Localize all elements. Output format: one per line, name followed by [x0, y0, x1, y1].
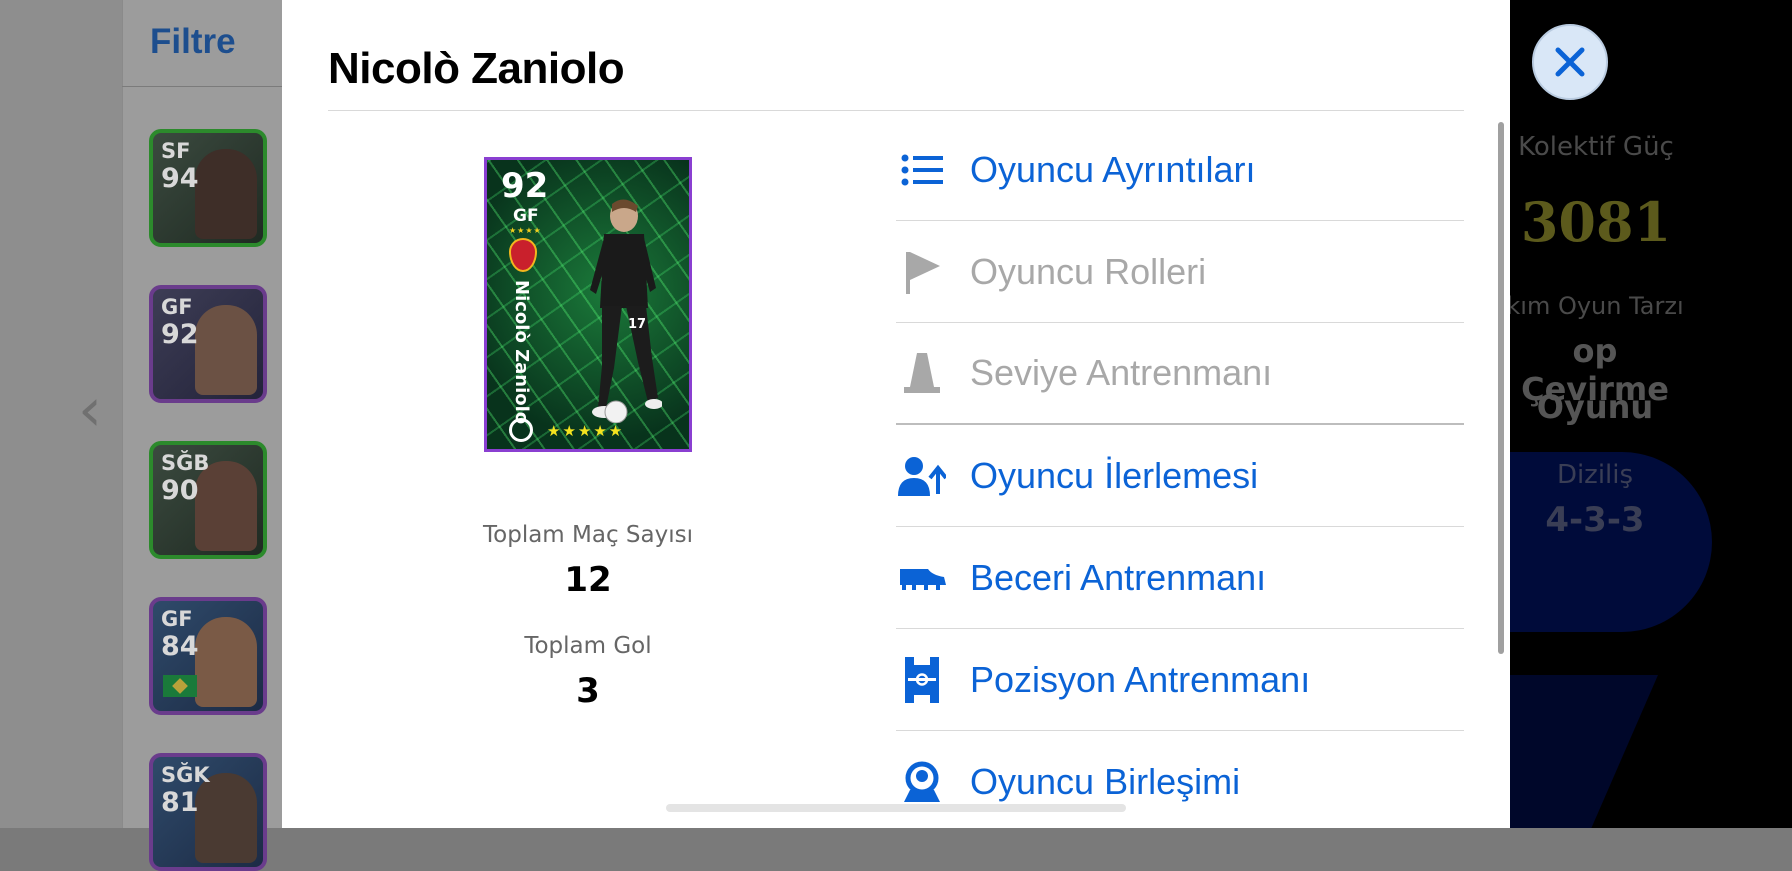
- player-list-item: GF 84: [149, 597, 267, 715]
- cone-icon: [898, 351, 946, 395]
- flag-icon: [898, 250, 946, 294]
- player-photo: [195, 617, 257, 707]
- menu-item-position-training[interactable]: Pozisyon Antrenmanı: [896, 629, 1464, 731]
- svg-text:17: 17: [628, 317, 646, 332]
- playstyle-label: kım Oyun Tarzı: [1506, 292, 1684, 320]
- collective-power-value: 3081: [1520, 190, 1672, 254]
- vertical-scrollbar[interactable]: [1498, 122, 1504, 654]
- close-button[interactable]: [1532, 24, 1608, 100]
- total-goals-label: Toplam Gol: [524, 633, 652, 659]
- formation-label: Diziliş: [1556, 460, 1634, 490]
- title-divider: [328, 110, 1464, 111]
- merge-player-icon: [898, 760, 946, 804]
- card-rating: 92: [501, 166, 549, 206]
- list-icon: [898, 148, 946, 192]
- crest-stars-icon: ★★★★: [509, 226, 542, 235]
- filter-label: Filtre: [150, 22, 236, 61]
- menu-item-player-roles[interactable]: Oyuncu Rolleri: [896, 221, 1464, 323]
- player-rating: 94: [161, 163, 199, 194]
- total-goals-value: 3: [576, 671, 600, 711]
- player-position: SF: [161, 139, 191, 163]
- chevron-left-icon: ‹: [78, 375, 102, 445]
- menu-item-skill-training[interactable]: Beceri Antrenmanı: [896, 527, 1464, 629]
- player-options-modal: Nicolò Zaniolo 17 92 GF ★★★★ Nicolò Zani…: [282, 0, 1510, 828]
- player-rating: 92: [161, 319, 199, 350]
- menu-item-label: Oyuncu Rolleri: [970, 250, 1207, 292]
- player-figure-image: 17: [590, 199, 662, 423]
- card-position: GF: [513, 206, 539, 226]
- player-card[interactable]: 17 92 GF ★★★★ Nicolò Zaniolo ★★★★★: [484, 157, 692, 452]
- playstyle-value-line2: Oyunu: [1536, 388, 1654, 426]
- total-goals-stat: Toplam Gol 3: [402, 633, 774, 711]
- menu-item-label: Seviye Antrenmanı: [970, 352, 1273, 393]
- player-list-item: SĞK 81: [149, 753, 267, 871]
- menu-item-player-progression[interactable]: Oyuncu İlerlemesi: [896, 425, 1464, 527]
- total-matches-label: Toplam Maç Sayısı: [483, 522, 693, 548]
- player-list-item: SĞB 90: [149, 441, 267, 559]
- menu-item-player-merge[interactable]: Oyuncu Birleşimi: [896, 731, 1464, 828]
- player-list-item: GF 92: [149, 285, 267, 403]
- player-position: SĞK: [161, 763, 210, 787]
- pitch-icon: [898, 656, 946, 703]
- user-progress-icon: [898, 454, 946, 498]
- card-star-rating: ★★★★★: [547, 422, 625, 440]
- player-photo: [195, 149, 257, 239]
- menu-item-label: Oyuncu İlerlemesi: [970, 454, 1259, 496]
- player-photo: [195, 305, 257, 395]
- card-player-name: Nicolò Zaniolo: [511, 280, 532, 425]
- total-matches-stat: Toplam Maç Sayısı 12: [402, 522, 774, 600]
- menu-item-label: Oyuncu Birleşimi: [970, 760, 1241, 802]
- menu-item-level-training[interactable]: Seviye Antrenmanı: [896, 323, 1464, 425]
- boot-icon: [898, 556, 946, 600]
- player-actions-menu: Oyuncu Ayrıntıları Oyuncu Rolleri Seviye…: [896, 119, 1464, 828]
- player-rating: 81: [161, 787, 199, 818]
- player-position: SĞB: [161, 451, 210, 475]
- collective-power-label: Kolektif Güç: [1518, 132, 1674, 162]
- player-position: GF: [161, 295, 193, 319]
- menu-item-player-details[interactable]: Oyuncu Ayrıntıları: [896, 119, 1464, 221]
- close-icon: [1555, 47, 1585, 77]
- menu-item-label: Pozisyon Antrenmanı: [970, 658, 1311, 700]
- player-rating: 84: [161, 631, 199, 662]
- formation-value: 4-3-3: [1545, 500, 1645, 540]
- brazil-flag-icon: [163, 675, 197, 697]
- player-list-item: SF 94: [149, 129, 267, 247]
- player-position: GF: [161, 607, 193, 631]
- efootball-logo-icon: [509, 418, 533, 442]
- player-name-title: Nicolò Zaniolo: [328, 44, 625, 93]
- player-rating: 90: [161, 475, 199, 506]
- horizontal-scroll-indicator[interactable]: [666, 804, 1126, 812]
- menu-item-label: Beceri Antrenmanı: [970, 556, 1267, 598]
- menu-item-label: Oyuncu Ayrıntıları: [970, 148, 1256, 190]
- filter-divider: [122, 86, 282, 87]
- total-matches-value: 12: [564, 560, 612, 600]
